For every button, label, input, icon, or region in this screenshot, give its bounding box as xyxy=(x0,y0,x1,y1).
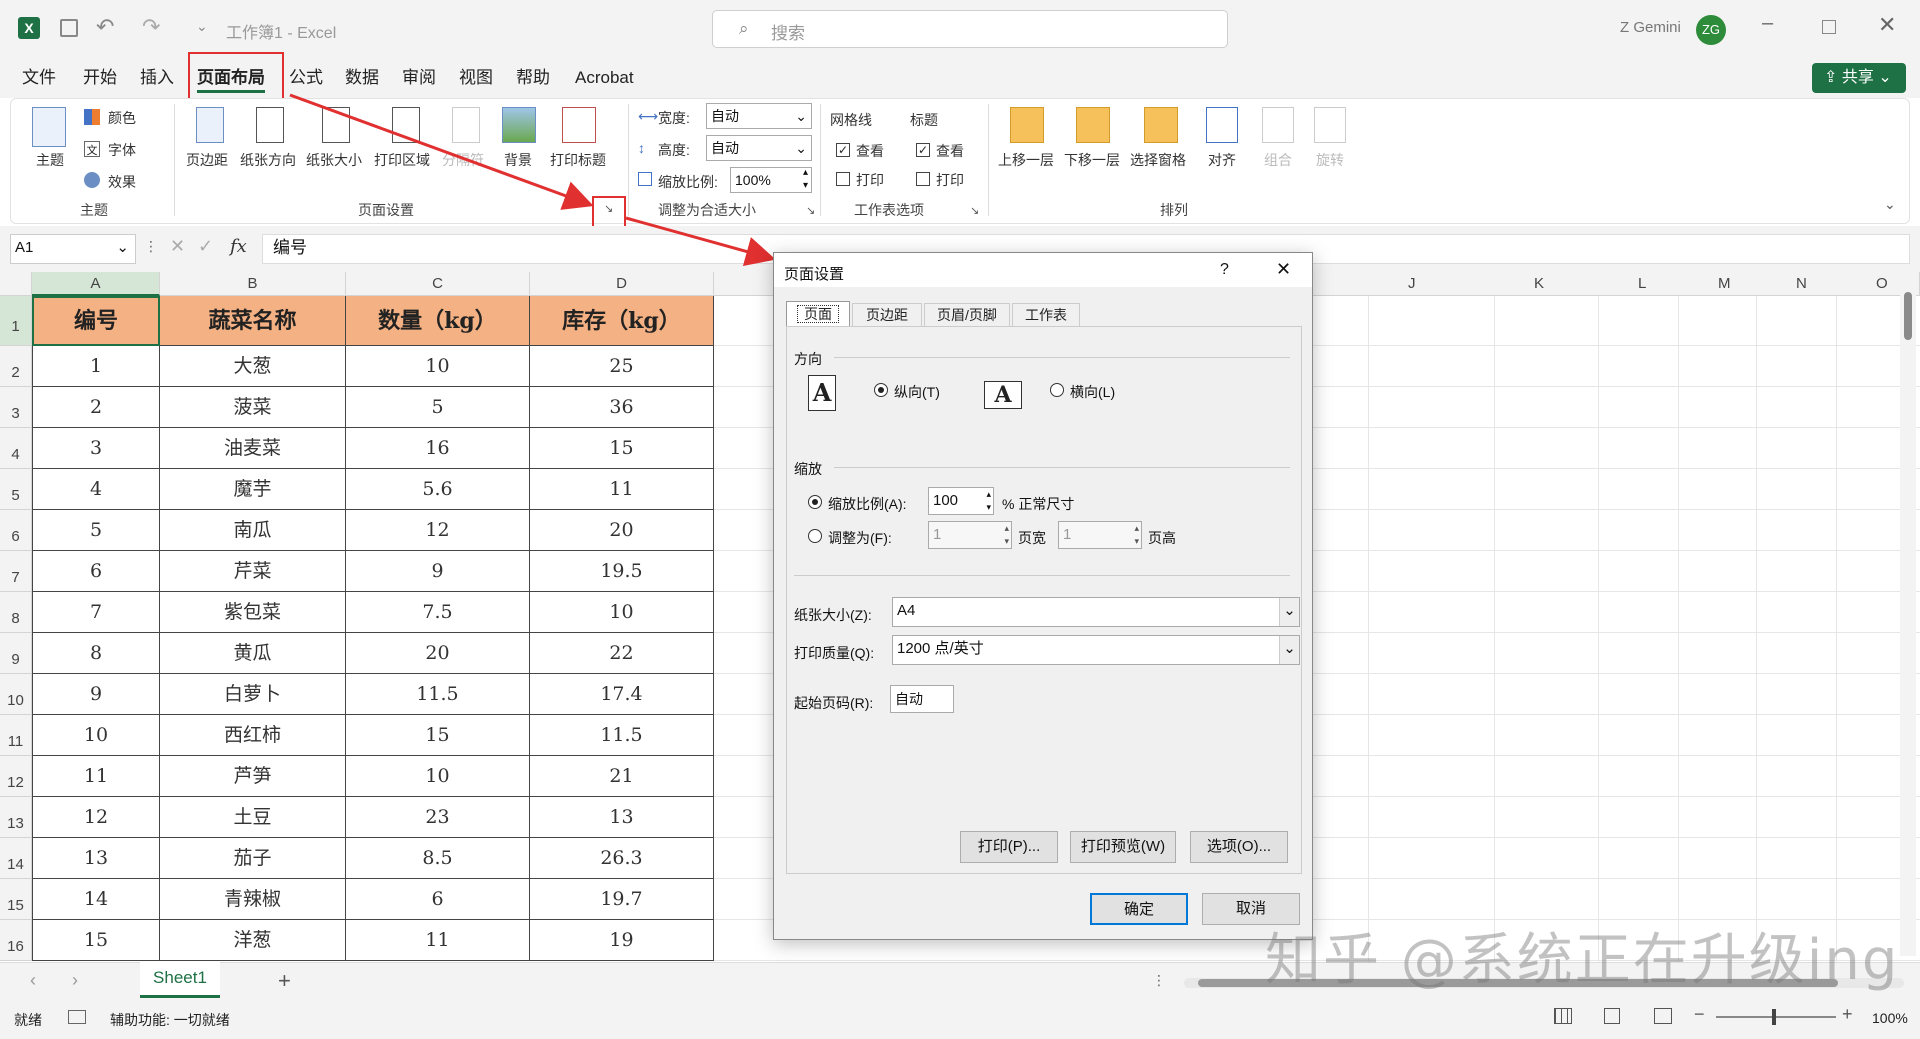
portrait-radio[interactable] xyxy=(874,383,888,397)
page-break-view-icon[interactable] xyxy=(1654,1008,1672,1024)
prev-sheet-icon[interactable]: ‹ xyxy=(30,970,36,991)
status-ready: 就绪 xyxy=(14,1012,42,1028)
portrait-icon: A xyxy=(808,375,836,411)
divider xyxy=(794,575,1290,576)
tab-header-footer[interactable]: 页眉/页脚 xyxy=(924,303,1010,327)
fit-to-radio[interactable] xyxy=(808,529,822,543)
divider xyxy=(834,357,1290,358)
pages-wide-label: 页宽 xyxy=(1018,530,1046,546)
scaling-section-label: 缩放 xyxy=(794,461,822,477)
next-sheet-icon[interactable]: › xyxy=(72,970,78,991)
chevron-down-icon: ⌄ xyxy=(1279,636,1299,664)
page-setup-dialog: 页面设置 ? ✕ 页面 页边距 页眉/页脚 工作表 方向 A 纵向(T) A 横… xyxy=(773,252,1313,940)
tab-page[interactable]: 页面 xyxy=(786,301,850,327)
more-icon[interactable]: ⋮ xyxy=(1152,972,1166,989)
dialog-title: 页面设置 xyxy=(784,266,845,283)
accessibility-status[interactable]: 辅助功能: 一切就绪 xyxy=(110,1010,230,1030)
print-preview-button[interactable]: 打印预览(W) xyxy=(1070,831,1176,863)
adjust-to-radio[interactable] xyxy=(808,495,822,509)
sheet-tab[interactable]: Sheet1 xyxy=(140,962,220,998)
paper-size-label: 纸张大小(Z): xyxy=(794,607,872,623)
chevron-down-icon: ⌄ xyxy=(1279,598,1299,626)
options-button[interactable]: 选项(O)... xyxy=(1190,831,1288,863)
pages-wide-input[interactable]: 1 ▴ ▾ xyxy=(928,521,1012,549)
paper-size-dropdown[interactable]: A4 ⌄ xyxy=(892,597,1300,627)
divider xyxy=(834,467,1290,468)
macro-icon[interactable] xyxy=(68,1010,86,1024)
zoom-level[interactable]: 100% xyxy=(1872,1010,1908,1026)
first-page-label: 起始页码(R): xyxy=(794,695,874,711)
first-page-input[interactable]: 自动 xyxy=(890,685,954,713)
status-bar xyxy=(0,1000,1920,1039)
close-icon[interactable]: ✕ xyxy=(1276,259,1291,280)
help-button[interactable]: ? xyxy=(1220,261,1229,279)
tab-margins[interactable]: 页边距 xyxy=(852,303,922,327)
normal-view-icon[interactable] xyxy=(1554,1008,1572,1024)
ok-button[interactable]: 确定 xyxy=(1090,893,1188,925)
fit-to-label: 调整为(F): xyxy=(828,530,892,546)
spinner-icon: ▴ ▾ xyxy=(1004,523,1009,546)
spinner-icon: ▴ ▾ xyxy=(1134,523,1139,546)
zoom-slider[interactable] xyxy=(1716,1009,1836,1025)
add-sheet-icon[interactable]: + xyxy=(278,968,291,994)
landscape-label: 横向(L) xyxy=(1070,384,1116,400)
print-button[interactable]: 打印(P)... xyxy=(960,831,1058,863)
normal-size-label: % 正常尺寸 xyxy=(1002,496,1075,512)
zoom-out-icon[interactable]: − xyxy=(1694,1004,1705,1025)
print-quality-dropdown[interactable]: 1200 点/英寸 ⌄ xyxy=(892,635,1300,665)
landscape-icon: A xyxy=(984,381,1022,409)
page-layout-view-icon[interactable] xyxy=(1604,1008,1620,1024)
pages-tall-input[interactable]: 1 ▴ ▾ xyxy=(1058,521,1142,549)
watermark: 知乎 @系统正在升级ing xyxy=(1265,928,1900,993)
zoom-in-icon[interactable]: + xyxy=(1842,1004,1853,1025)
orientation-section-label: 方向 xyxy=(794,351,822,367)
portrait-label: 纵向(T) xyxy=(894,384,940,400)
print-quality-label: 打印质量(Q): xyxy=(794,645,875,661)
pages-tall-label: 页高 xyxy=(1148,530,1176,546)
spinner-icon: ▴ ▾ xyxy=(986,489,991,512)
tab-sheet[interactable]: 工作表 xyxy=(1012,303,1080,327)
landscape-radio[interactable] xyxy=(1050,383,1064,397)
adjust-to-input[interactable]: 100 ▴ ▾ xyxy=(928,487,994,515)
adjust-to-label: 缩放比例(A): xyxy=(828,496,907,512)
